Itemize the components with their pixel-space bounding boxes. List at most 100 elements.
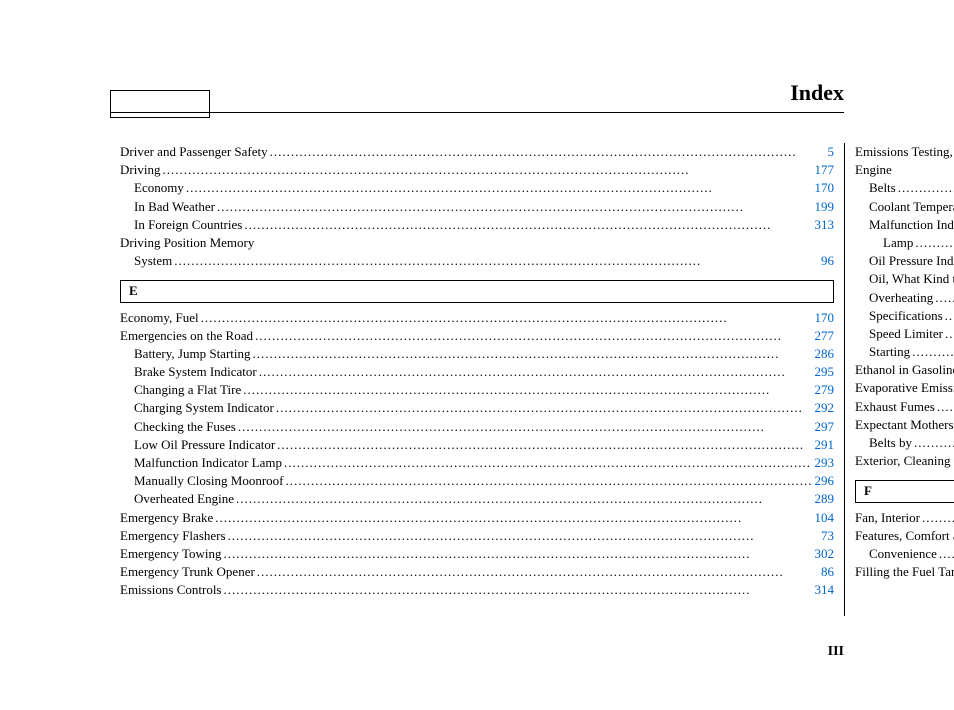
- index-entry: Battery, Jump Starting 286: [120, 345, 834, 363]
- index-entry-label: Emergency Towing: [120, 545, 222, 563]
- index-letter-heading: E: [120, 280, 834, 302]
- index-entry: Specifications309: [855, 307, 954, 325]
- index-entry-page-link[interactable]: 96: [821, 252, 834, 270]
- leader-dots: [276, 399, 813, 417]
- index-entry: Economy170: [120, 179, 834, 197]
- index-entry-label: Engine: [855, 161, 892, 179]
- leader-dots: [236, 490, 813, 508]
- index-entry-page-link[interactable]: 292: [815, 399, 835, 417]
- index-entry: Belts by19: [855, 434, 954, 452]
- index-entry: Low Oil Pressure Indicator291: [120, 436, 834, 454]
- index-entry-page-link[interactable]: 104: [815, 509, 835, 527]
- leader-dots: [255, 327, 813, 345]
- index-entry-label: Lamp: [883, 234, 913, 252]
- leader-dots: [186, 179, 813, 197]
- leader-dots: [238, 418, 813, 436]
- leader-dots: [244, 216, 812, 234]
- index-entry: Coolant Temperature Gauge66: [855, 198, 954, 216]
- index-entry-page-link[interactable]: 277: [815, 327, 835, 345]
- index-entry-page-link[interactable]: 289: [815, 490, 835, 508]
- index-entry-page-link[interactable]: 302: [815, 545, 835, 563]
- index-entry: Malfunction Indicator Lamp 293: [120, 454, 834, 472]
- index-entry-page-link[interactable]: 170: [815, 309, 835, 327]
- leader-dots: [259, 363, 813, 381]
- index-entry: Changing a Flat Tire279: [120, 381, 834, 399]
- index-entry: System 96: [120, 252, 834, 270]
- index-entry: Driver and Passenger Safety5: [120, 143, 834, 161]
- leader-dots: [277, 436, 812, 454]
- index-entry-page-link[interactable]: 313: [815, 216, 835, 234]
- index-entry: Economy, Fuel 170: [120, 309, 834, 327]
- leader-dots: [162, 161, 812, 179]
- leader-dots: [257, 563, 819, 581]
- index-entry-label: Specifications: [869, 307, 943, 325]
- index-entry-label: Convenience: [869, 545, 937, 563]
- index-entry-label: Speed Limiter: [869, 325, 943, 343]
- index-entry-label: In Bad Weather: [134, 198, 215, 216]
- index-entry-label: Features, Comfort and: [855, 527, 954, 545]
- index-entry-label: Fan, Interior: [855, 509, 920, 527]
- index-entry-page-link[interactable]: 314: [815, 581, 835, 599]
- index-entry: Emergency Trunk Opener 86: [120, 563, 834, 581]
- index-entry-page-link[interactable]: 170: [815, 179, 835, 197]
- index-entry-label: Filling the Fuel Tank: [855, 563, 954, 581]
- index-entry-label: Emergency Flashers: [120, 527, 226, 545]
- index-entry-label: Belts by: [869, 434, 912, 452]
- index-entry-page-link[interactable]: 296: [815, 472, 835, 490]
- index-entry: In Foreign Countries313: [120, 216, 834, 234]
- index-entry-label: Ethanol in Gasoline: [855, 361, 954, 379]
- index-entry: Malfunction Indicator: [855, 216, 954, 234]
- index-entry: Overheating289: [855, 289, 954, 307]
- index-entry-label: Malfunction Indicator Lamp: [134, 454, 282, 472]
- index-letter-heading: F: [855, 480, 954, 502]
- leader-dots: [945, 307, 954, 325]
- leader-dots: [945, 325, 954, 343]
- index-entry: Manually Closing Moonroof 296: [120, 472, 834, 490]
- index-entry-label: Exterior, Cleaning the: [855, 452, 954, 470]
- index-entry-page-link[interactable]: 297: [815, 418, 835, 436]
- index-entry-page-link[interactable]: 286: [815, 345, 835, 363]
- index-entry: Driving Position Memory: [120, 234, 834, 252]
- index-entry: Oil, What Kind to Use223: [855, 270, 954, 288]
- index-entry-page-link[interactable]: 86: [821, 563, 834, 581]
- index-entry-label: Exhaust Fumes: [855, 398, 935, 416]
- index-entry-page-link[interactable]: 5: [828, 143, 835, 161]
- index-entry: Overheated Engine289: [120, 490, 834, 508]
- index-entry-label: Evaporative Emissions Controls: [855, 379, 954, 397]
- index-entry-page-link[interactable]: 291: [815, 436, 835, 454]
- index-entry-label: Expectant Mothers, Use of Seat: [855, 416, 954, 434]
- index-entry-page-link[interactable]: 293: [815, 454, 835, 472]
- index-entry-label: Emergency Trunk Opener: [120, 563, 255, 581]
- leader-dots: [228, 527, 819, 545]
- index-entry-page-link[interactable]: 177: [815, 161, 835, 179]
- index-entry: Expectant Mothers, Use of Seat: [855, 416, 954, 434]
- leader-dots: [270, 143, 826, 161]
- page-title: Index: [110, 80, 844, 113]
- index-entry: Emissions Testing, State317: [855, 143, 954, 161]
- index-entry-page-link[interactable]: 199: [815, 198, 835, 216]
- index-entry: Starting179: [855, 343, 954, 361]
- leader-dots: [201, 309, 813, 327]
- index-entry-page-link[interactable]: 73: [821, 527, 834, 545]
- index-entry-label: Oil, What Kind to Use: [869, 270, 954, 288]
- leader-dots: [915, 234, 954, 252]
- index-entry: Filling the Fuel Tank165: [855, 563, 954, 581]
- index-entry: Convenience115: [855, 545, 954, 563]
- index-entry: Emissions Controls 314: [120, 581, 834, 599]
- index-entry: Fan, Interior120, 125: [855, 509, 954, 527]
- index-entry: Charging System Indicator292: [120, 399, 834, 417]
- index-entry-label: System: [134, 252, 172, 270]
- index-entry-label: Economy, Fuel: [120, 309, 199, 327]
- index-entry: Lamp59, 293: [855, 234, 954, 252]
- index-entry-label: Emergencies on the Road: [120, 327, 253, 345]
- index-entry-page-link[interactable]: 279: [815, 381, 835, 399]
- index-entry-label: Manually Closing Moonroof: [134, 472, 284, 490]
- index-entry: Brake System Indicator295: [120, 363, 834, 381]
- index-entry-page-link[interactable]: 295: [815, 363, 835, 381]
- index-entry: Evaporative Emissions Controls314: [855, 379, 954, 397]
- leader-dots: [914, 434, 954, 452]
- index-entry-label: Emissions Controls: [120, 581, 222, 599]
- index-entry-label: Battery, Jump Starting: [134, 345, 251, 363]
- top-blank-box: [110, 90, 210, 118]
- page-number: III: [828, 644, 844, 660]
